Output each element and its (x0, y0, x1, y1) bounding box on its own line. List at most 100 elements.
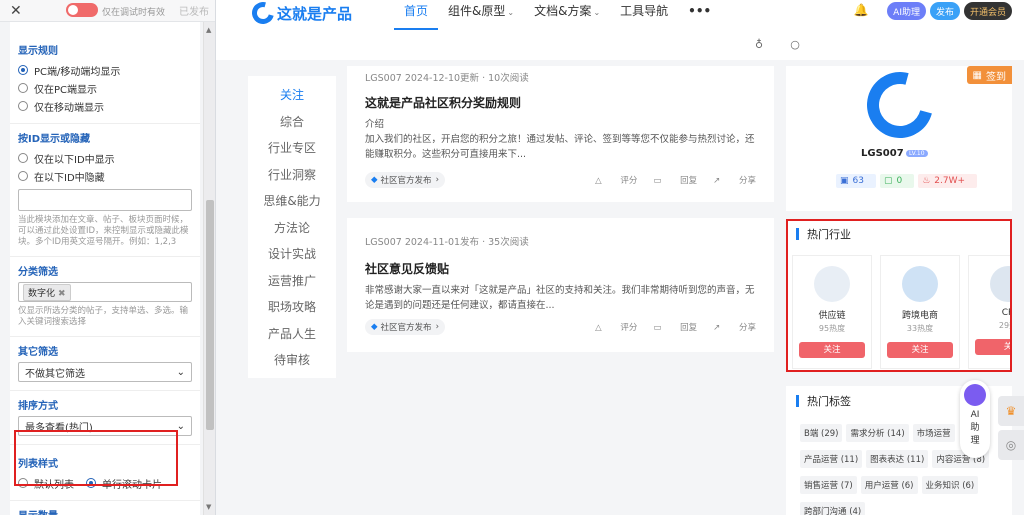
signin-button[interactable]: ▦ 签到 (966, 66, 1012, 84)
radio-label: 在以下ID中隐藏 (34, 172, 105, 184)
panel-scrollbar[interactable]: ▲ ▼ (203, 22, 215, 515)
reply-button[interactable]: ▭ 回复 (653, 174, 697, 186)
radio-pc-only[interactable]: 仅在PC端显示 (18, 79, 192, 97)
ai-float-label: 理 (970, 436, 980, 446)
stat-messages[interactable]: ▣ 63 (836, 174, 876, 188)
radio-dot[interactable] (18, 171, 28, 181)
nav-label: 首页 (404, 4, 429, 18)
debug-toggle[interactable] (66, 3, 98, 17)
category-item[interactable]: 行业洞察 (248, 166, 336, 193)
article-card[interactable]: LGS007 2024-11-01发布 · 35次阅读 社区意见反馈贴 非常感谢… (347, 218, 774, 352)
radio-pc-mobile[interactable]: PC端/移动端均显示 (18, 61, 192, 79)
tag-chip[interactable]: 需求分析 (14) (846, 424, 909, 442)
chevron-down-icon: ⌄ (176, 366, 185, 378)
bell-icon[interactable]: 🔔 (853, 3, 869, 19)
reply-button[interactable]: ▭ 回复 (653, 321, 697, 333)
stat-value: 0 (896, 176, 903, 186)
stat-comments[interactable]: ▢ 0 (879, 174, 915, 188)
category-item[interactable]: 综合 (248, 113, 336, 140)
rate-button[interactable]: △ 评分 (595, 174, 637, 186)
article-tag[interactable]: ◆ 社区官方发布 › (365, 319, 445, 335)
rate-label: 评分 (620, 323, 638, 333)
rate-button[interactable]: △ 评分 (595, 321, 637, 333)
chevron-down-icon: ⌄ (507, 8, 515, 17)
article-tag[interactable]: ◆ 社区官方发布 › (365, 172, 445, 188)
category-hint: 仅显示所选分类的帖子，支持单选、多选。输入关键词搜索选择 (18, 306, 189, 327)
id-input[interactable] (18, 189, 192, 211)
stat-value: 2.7W+ (934, 176, 966, 186)
nav-more[interactable]: ••• (678, 0, 721, 30)
article-title[interactable]: 这就是产品社区积分奖励规则 (365, 94, 756, 111)
nav-label: 文档&方案 (534, 4, 592, 18)
ai-float-label: 助 (970, 423, 980, 433)
count-section: 显示数量 (10, 501, 200, 515)
share-button[interactable]: ↗ 分享 (713, 321, 756, 333)
section-title: 按ID显示或隐藏 (18, 134, 91, 145)
section-title: 显示数量 (18, 507, 192, 515)
category-select[interactable]: 数字化 ✖ (18, 282, 192, 302)
publish-button[interactable]: 发布 (929, 2, 960, 20)
radio-mobile-only[interactable]: 仅在移动端显示 (18, 97, 192, 115)
tag-chip[interactable]: 市场运营 (912, 424, 955, 442)
tag-chip[interactable]: 用户运营 (6) (860, 476, 918, 494)
section-title: 其它筛选 (18, 347, 58, 358)
close-icon[interactable]: ✕ (10, 3, 22, 19)
category-item[interactable]: 产品人生 (248, 325, 336, 352)
profile-card: ▦ 签到 LGS007 LV.10 ▣ 63 ▢ 0 ♨ 2.7W+ (786, 59, 1012, 211)
article-actions: ◆ 社区官方发布 › △ 评分 ▭ 回复 ↗ 分享 (365, 172, 756, 188)
stat-heat[interactable]: ♨ 2.7W+ (918, 174, 978, 188)
radio-hide-ids[interactable]: 在以下ID中隐藏 (18, 167, 192, 185)
close-icon[interactable]: ✖ (58, 289, 66, 299)
bulb-icon[interactable]: ♁ (752, 38, 766, 52)
search-icon[interactable]: ○ (788, 38, 802, 52)
ai-float-button[interactable]: AI 助 理 (960, 380, 990, 458)
chevron-down-icon: ⌄ (593, 8, 601, 17)
article-title[interactable]: 社区意见反馈贴 (365, 260, 756, 277)
article-card[interactable]: LGS007 2024-12-10更新 · 10次阅读 这就是产品社区积分奖励规… (347, 66, 774, 202)
tag-chip[interactable]: 产品运营 (11) (800, 450, 863, 468)
category-item[interactable]: 待审核 (248, 351, 336, 378)
radio-dot[interactable] (18, 65, 28, 75)
category-chip[interactable]: 数字化 ✖ (23, 283, 71, 301)
category-item[interactable]: 设计实战 (248, 245, 336, 272)
crown-icon[interactable]: ♛ (998, 396, 1024, 426)
radio-dot[interactable] (18, 83, 28, 93)
nav-components[interactable]: 组件&原型 ⌄ (438, 0, 524, 30)
category-item[interactable]: 行业专区 (248, 139, 336, 166)
scroll-down-icon[interactable]: ▼ (206, 503, 211, 511)
tag-chip[interactable]: B端 (29) (800, 424, 843, 442)
category-item[interactable]: 方法论 (248, 219, 336, 246)
category-filter-section: 分类筛选 数字化 ✖ 仅显示所选分类的帖子，支持单选、多选。输入关键词搜索选择 (10, 257, 200, 337)
tag-chip[interactable]: 图表表达 (11) (866, 450, 929, 468)
settings-panel: ✕ 仅在调试时有效 已发布 显示规则 PC端/移动端均显示 仅在PC端显示 仅在… (0, 0, 216, 515)
nav-home[interactable]: 首页 (394, 0, 439, 30)
radio-dot[interactable] (18, 153, 28, 163)
wechat-icon[interactable]: ◎ (998, 430, 1024, 460)
site-logo[interactable]: 这就是产品 (247, 0, 352, 29)
nav-docs[interactable]: 文档&方案 ⌄ (524, 0, 610, 30)
avatar[interactable] (854, 59, 946, 151)
tag-chip[interactable]: 跨部门沟通 (4) (800, 502, 866, 515)
nav-label: 组件&原型 (448, 4, 506, 18)
other-filter-select[interactable]: 不做其它筛选 ⌄ (18, 362, 192, 382)
category-item[interactable]: 关注 (248, 86, 336, 113)
category-item[interactable]: 运营推广 (248, 272, 336, 299)
radio-dot[interactable] (18, 101, 28, 111)
category-item[interactable]: 思维&能力 (248, 192, 336, 219)
category-item[interactable]: 职场攻略 (248, 298, 336, 325)
published-button[interactable]: 已发布 (179, 3, 209, 18)
nav-tools[interactable]: 工具导航 (610, 0, 678, 30)
tag-chip[interactable]: 业务知识 (6) (921, 476, 979, 494)
vip-button[interactable]: 开通会员 (963, 2, 1012, 20)
article-actions: ◆ 社区官方发布 › △ 评分 ▭ 回复 ↗ 分享 (365, 319, 756, 335)
select-value: 不做其它筛选 (25, 368, 85, 380)
tag-chip[interactable]: 销售运营 (7) (800, 476, 857, 494)
share-button[interactable]: ↗ 分享 (713, 174, 756, 186)
user-name[interactable]: LGS007 (861, 148, 904, 159)
ai-assistant-button[interactable]: AI助理 (887, 2, 926, 20)
scroll-up-icon[interactable]: ▲ (206, 26, 211, 34)
radio-show-ids[interactable]: 仅在以下ID中显示 (18, 149, 192, 167)
vip-label: 开通会员 (969, 7, 1006, 18)
scroll-thumb[interactable] (206, 200, 214, 430)
section-title: 显示规则 (18, 46, 58, 57)
